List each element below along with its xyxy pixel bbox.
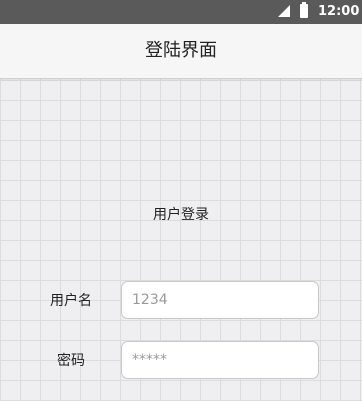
- username-label: 用户名: [50, 293, 92, 309]
- page-title: 登陆界面: [145, 40, 217, 61]
- username-input[interactable]: [121, 281, 319, 319]
- status-time: 12:00: [318, 4, 360, 19]
- password-label: 密码: [57, 353, 85, 369]
- login-heading: 用户登录: [153, 207, 209, 223]
- signal-icon: [278, 5, 290, 17]
- status-bar: 12:00: [0, 0, 362, 24]
- app-bar: 登陆界面: [0, 24, 362, 79]
- battery-icon: [300, 2, 308, 18]
- password-input[interactable]: [121, 341, 319, 379]
